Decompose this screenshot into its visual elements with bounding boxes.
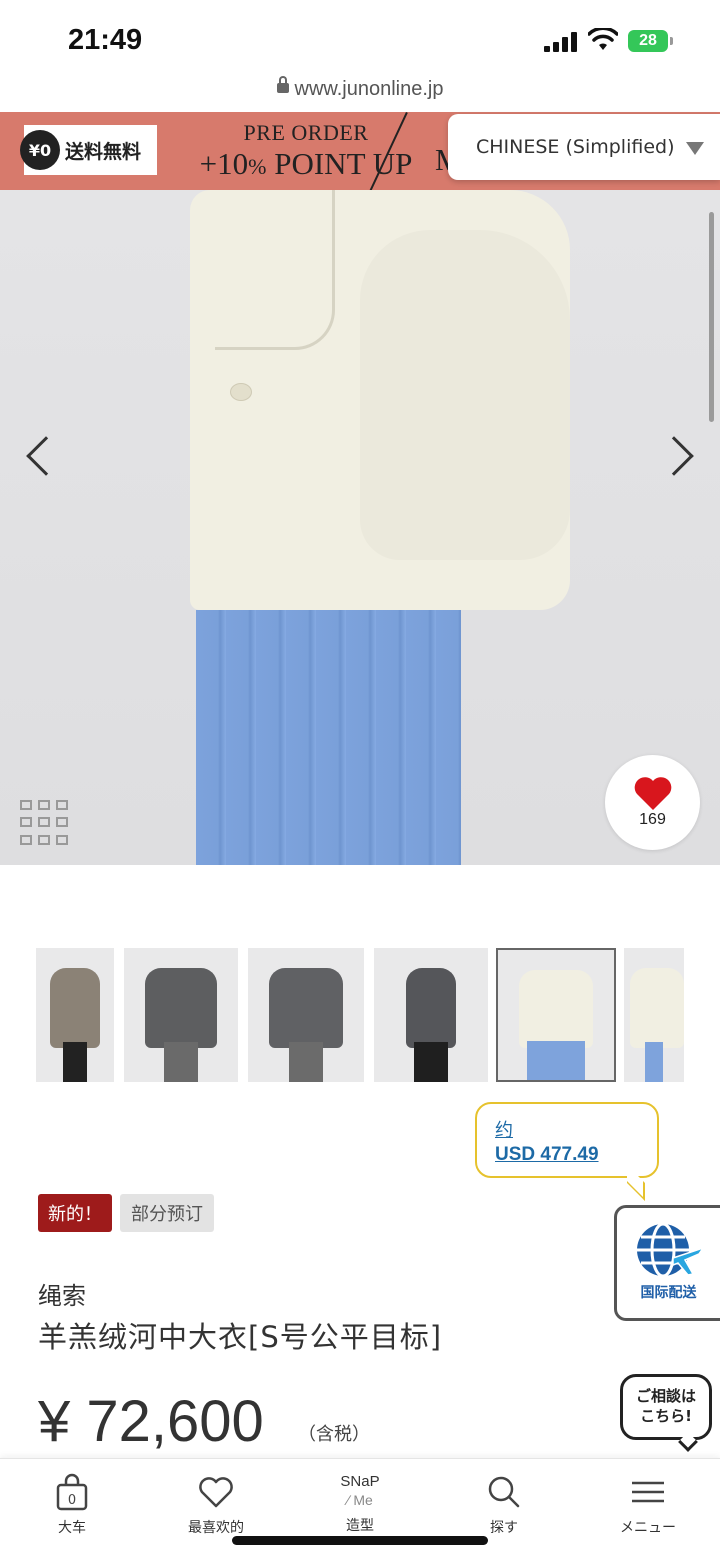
language-select[interactable]: CHINESE (Simplified) [448,114,720,180]
chevron-down-icon [686,142,704,155]
image-coat-lapel [215,190,335,350]
currency-about-label: 约 [495,1120,513,1140]
international-shipping-label: 国际配送 [640,1285,697,1301]
thumbnail[interactable] [124,948,238,1082]
image-skirt [196,610,461,865]
language-value: CHINESE (Simplified) [476,136,675,158]
cart-count: 0 [68,1493,76,1508]
home-indicator[interactable] [232,1536,488,1545]
product-name: 羊羔绒河中大衣[S号公平目标] [38,1320,443,1354]
nav-search-label: 探す [490,1520,518,1536]
nav-menu[interactable]: メニュー [588,1473,708,1537]
url-text: www.junonline.jp [294,78,444,100]
status-time: 21:49 [68,24,143,56]
yen-zero-badge: ¥0 [20,130,60,170]
search-icon [488,1476,520,1508]
image-coat-button [230,383,252,401]
thumbnail[interactable] [248,948,364,1082]
thumbnail[interactable] [374,948,488,1082]
free-shipping-label: 送料無料 [65,140,142,163]
grid-icon[interactable] [20,800,68,846]
snap-logo-top: SNaP [340,1473,380,1490]
wifi-icon [588,28,618,50]
chevron-right-icon[interactable] [654,436,694,476]
tax-included-label: （含税） [298,1424,370,1445]
consult-line1: ご相談は [635,1387,696,1405]
image-coat-sleeve [360,230,570,560]
new-badge: 新的！ [38,1194,112,1232]
status-bar: 21:49 28 [0,0,720,78]
thumbnail-selected[interactable] [496,948,616,1082]
nav-favorites[interactable]: 最喜欢的 [156,1473,276,1537]
currency-converter-tooltip[interactable]: 约 USD 477.49 [475,1102,659,1201]
thumbnail-strip[interactable] [36,946,684,1086]
consult-chat-button[interactable]: ご相談は こちら! [620,1374,712,1452]
preorder-badge: 部分预订 [120,1194,214,1232]
heart-icon [634,777,671,810]
url-bar[interactable]: www.junonline.jp [0,75,720,112]
battery-tip [670,37,673,45]
chevron-left-icon[interactable] [26,436,66,476]
nav-menu-label: メニュー [620,1520,676,1536]
favorite-count: 169 [639,811,666,828]
preorder-percent: % [248,154,267,179]
nav-favorites-label: 最喜欢的 [188,1520,244,1536]
product-tags: 新的！ 部分预订 [38,1194,214,1232]
favorite-button[interactable]: 169 [605,755,700,850]
free-shipping-badge: ¥0 送料無料 [20,125,157,175]
consult-line2: こちら! [640,1407,692,1425]
menu-icon [632,1481,664,1503]
snap-me-logo: SNaP ∕ Me [300,1473,420,1511]
signal-icon [544,32,578,52]
speech-tail [678,1432,698,1452]
preorder-plus10: +10 [199,146,249,181]
nav-style-label: 造型 [346,1518,374,1534]
tooltip-tail [627,1165,645,1201]
snap-logo-bottom: ∕ Me [347,1492,373,1508]
product-price: ¥ 72,600 [38,1389,264,1454]
heart-outline-icon [199,1477,233,1508]
nav-style[interactable]: SNaP ∕ Me 造型 [300,1473,420,1535]
cart-icon: 0 [56,1473,88,1511]
nav-cart-label: 大车 [58,1520,86,1536]
thumbnail[interactable] [36,948,114,1082]
lock-icon [276,75,289,93]
thumbnail[interactable] [624,948,684,1082]
battery-icon: 28 [628,30,668,52]
nav-cart[interactable]: 0 大车 [12,1473,132,1537]
product-brand[interactable]: 绳索 [38,1276,86,1311]
page-scrollbar[interactable] [709,212,714,422]
globe-plane-icon [636,1222,705,1278]
nav-search[interactable]: 探す [444,1473,564,1537]
preorder-point-up: POINT UP [266,146,413,181]
product-image-carousel[interactable]: 169 [0,190,720,865]
preorder-line2: +10% POINT UP [176,146,436,185]
international-shipping-button[interactable]: 国际配送 [614,1205,720,1321]
currency-usd-amount[interactable]: USD 477.49 [495,1144,657,1166]
